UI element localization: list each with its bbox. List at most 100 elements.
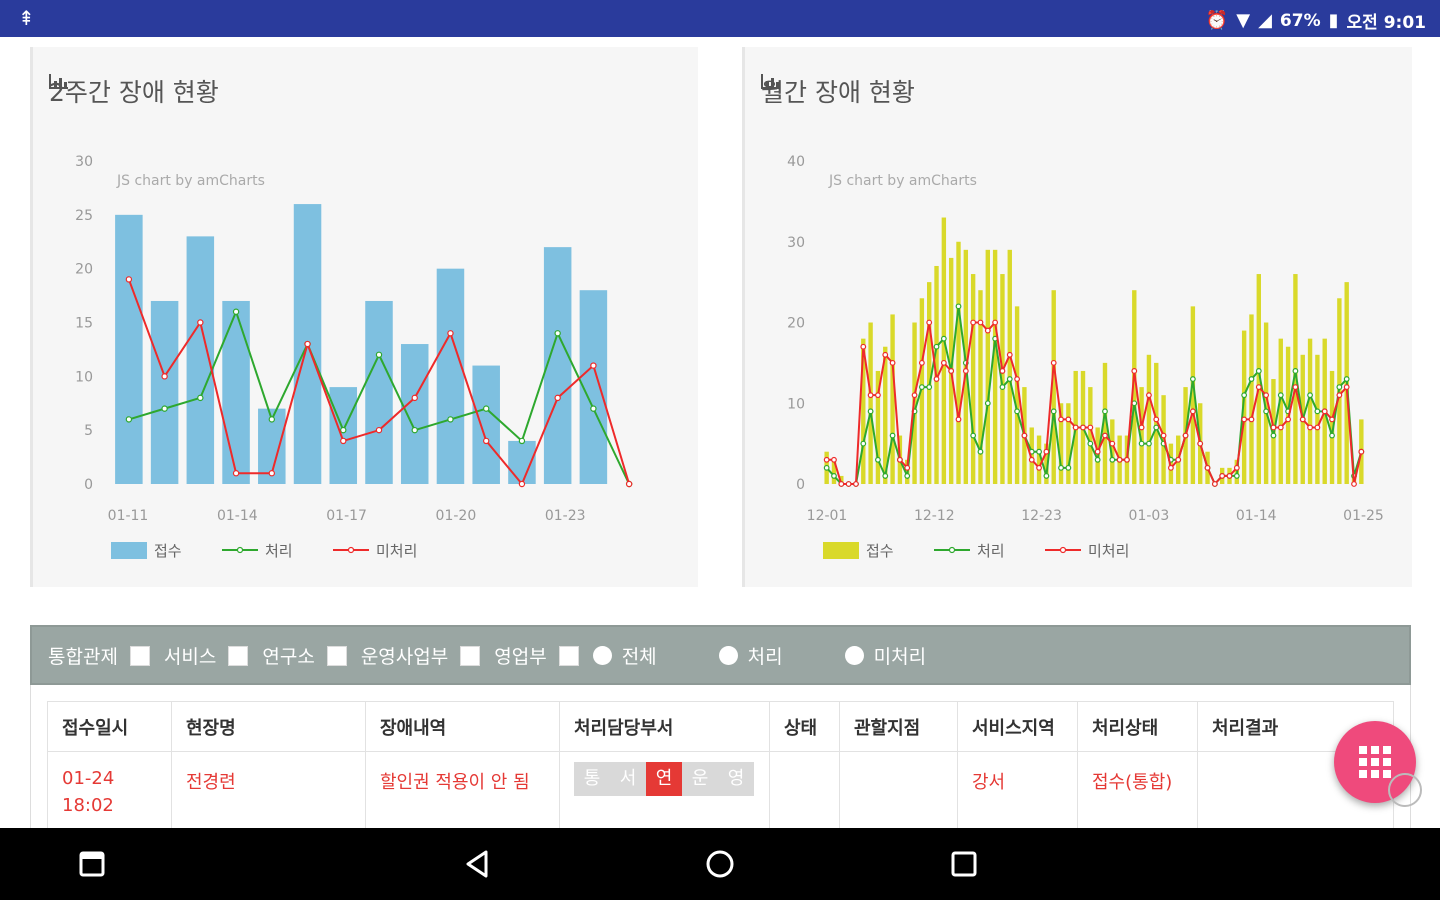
series-point — [904, 473, 911, 479]
series-point — [1285, 416, 1291, 423]
series-point — [1138, 440, 1145, 447]
series-point — [161, 373, 168, 380]
series-point — [340, 437, 347, 445]
col-header-process-state[interactable]: 처리상태 — [1077, 701, 1198, 752]
series-point — [1336, 384, 1343, 391]
x-tick-label: 01-03 — [1129, 508, 1170, 524]
series-point — [125, 416, 133, 423]
series-point — [977, 448, 984, 455]
series-point — [1233, 464, 1240, 471]
bar-chart-icon — [49, 74, 68, 89]
legend-marker — [1059, 546, 1067, 554]
series-point — [845, 481, 852, 487]
legend-marker — [347, 546, 355, 554]
wifi-icon: ▼ — [1236, 10, 1251, 31]
col-header-date[interactable]: 접수일시 — [47, 701, 172, 752]
overview-icon[interactable] — [944, 846, 984, 882]
series-point — [483, 405, 490, 412]
y-tick-label: 40 — [787, 154, 805, 170]
home-icon[interactable] — [700, 846, 740, 882]
col-header-issue[interactable]: 장애내역 — [365, 701, 560, 752]
series-point — [1050, 408, 1057, 415]
series-point — [926, 319, 933, 326]
recents-square-icon[interactable] — [72, 846, 112, 882]
series-point — [1277, 392, 1284, 399]
filter-label: 운영사업부 — [360, 646, 449, 668]
chart-bar — [956, 241, 961, 484]
filter-radio[interactable] — [592, 646, 612, 665]
filter-controls: 통합관제 서비스 연구소 운영사업부 영업부 전체 처리 미처리 — [48, 642, 988, 669]
chart-bar — [1066, 403, 1071, 484]
chart-bar — [1249, 314, 1254, 484]
series-point — [518, 480, 526, 488]
chart-bar — [985, 249, 990, 484]
filter-radio[interactable] — [844, 646, 864, 665]
series-point — [1043, 473, 1050, 479]
cell-site: 전경련 — [171, 751, 366, 828]
series-point — [933, 376, 940, 382]
series-point — [889, 359, 896, 366]
usb-icon: ⇞ — [18, 6, 35, 30]
col-header-branch[interactable]: 관할지점 — [839, 701, 958, 752]
col-header-site[interactable]: 현장명 — [171, 701, 366, 752]
series-point — [1065, 464, 1072, 471]
series-point — [955, 416, 962, 423]
x-tick-label: 12-23 — [1021, 508, 1062, 524]
x-tick-label: 01-11 — [108, 508, 149, 524]
filter-radio[interactable] — [718, 646, 738, 665]
dept-chip: 영 — [727, 768, 745, 789]
x-tick-label: 01-14 — [217, 508, 258, 524]
series-point — [970, 319, 977, 326]
series-point — [1241, 392, 1248, 399]
biweekly-chart-panel: 0 5 10 15 20 25 30 JS chart by amCharts 01-11 01-… — [30, 47, 698, 587]
filter-label: 영업부 — [494, 646, 547, 668]
series-point — [1255, 368, 1262, 374]
series-point — [1248, 376, 1255, 382]
series-point — [1146, 440, 1152, 447]
biweekly-chart: 0 5 10 15 20 25 30 JS chart by amCharts 01-11 01-… — [75, 154, 633, 560]
filter-checkbox[interactable] — [129, 645, 150, 666]
filter-checkbox[interactable] — [558, 645, 579, 666]
grid-menu-icon — [1359, 746, 1391, 778]
series-point — [1014, 408, 1020, 415]
legend-label: 접수 — [866, 542, 894, 560]
x-tick-label: 01-23 — [545, 508, 586, 524]
filter-bar: 통합관제 서비스 연구소 운영사업부 영업부 전체 처리 미처리 — [30, 625, 1411, 685]
status-bar: ⇞ ⏰ ▼ ◢ 67% ▮ 오전 9:01 — [0, 0, 1440, 37]
series-point — [1189, 408, 1196, 415]
series-point — [518, 437, 526, 445]
series-point — [411, 426, 418, 434]
filter-checkbox[interactable] — [460, 645, 481, 666]
series-point — [1065, 416, 1072, 423]
cell-issue: 할인권 적용이 안 됨 — [365, 751, 560, 828]
table-row[interactable]: 01-24 18:02 전경련 할인권 적용이 안 됨 통 서 연 운 영 강서… — [47, 751, 1394, 828]
series-point — [1233, 473, 1240, 479]
table-header-row: 접수일시 현장명 장애내역 처리담당부서 상태 관할지점 서비스지역 처리상태 … — [47, 701, 1394, 752]
series-point — [232, 470, 240, 477]
col-header-dept[interactable]: 처리담당부서 — [559, 701, 770, 752]
chart-bar — [115, 214, 143, 485]
col-header-status[interactable]: 상태 — [769, 701, 840, 752]
series-point — [992, 319, 999, 326]
series-point — [1329, 416, 1335, 423]
series-point — [940, 335, 947, 342]
back-icon[interactable] — [458, 846, 498, 882]
chart-bar — [472, 365, 500, 484]
col-header-region[interactable]: 서비스지역 — [957, 701, 1078, 752]
series-point — [1080, 424, 1086, 431]
series-point — [1131, 368, 1138, 374]
series-point — [1028, 456, 1035, 463]
cell-branch — [839, 751, 958, 828]
series-point — [918, 359, 925, 366]
series-point — [1102, 408, 1108, 415]
battery-icon: ▮ — [1328, 10, 1339, 31]
series-point — [860, 343, 867, 350]
filter-checkbox[interactable] — [326, 645, 347, 666]
series-point — [1336, 392, 1343, 399]
series-point — [554, 394, 561, 402]
series-point — [1168, 464, 1174, 471]
chart-watermark: JS chart by amCharts — [828, 173, 977, 189]
filter-checkbox[interactable] — [228, 645, 249, 666]
series-point — [867, 392, 874, 399]
legend-label: 처리 — [977, 542, 1005, 560]
